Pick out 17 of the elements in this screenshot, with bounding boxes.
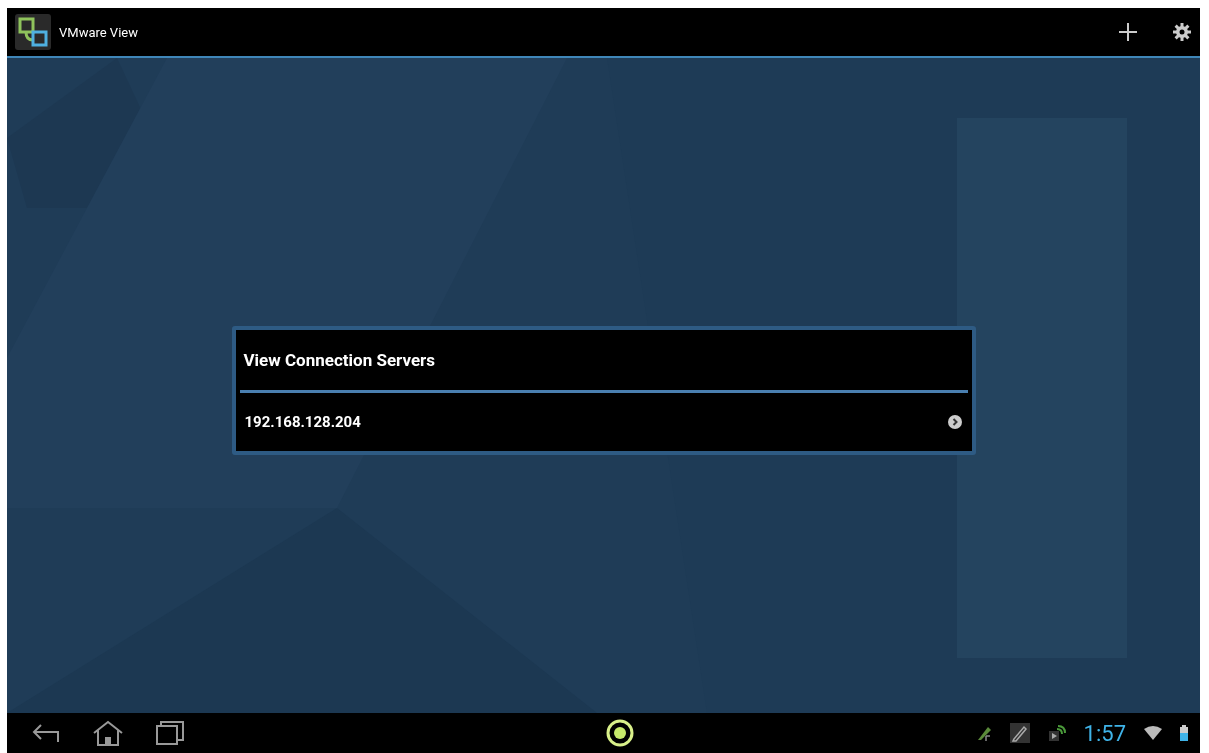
battery-icon bbox=[1180, 725, 1188, 741]
app-title: VMware View bbox=[59, 24, 139, 40]
wifi-icon bbox=[1144, 726, 1162, 740]
back-icon[interactable] bbox=[31, 722, 61, 744]
add-icon[interactable] bbox=[1118, 22, 1138, 42]
media-icon[interactable] bbox=[1047, 724, 1066, 742]
chevron-icon bbox=[947, 415, 962, 429]
clock: 1:57 bbox=[1083, 720, 1126, 746]
dialog-title: View Connection Servers bbox=[242, 349, 437, 372]
notification-icon[interactable] bbox=[975, 724, 992, 742]
home-icon[interactable] bbox=[91, 720, 125, 746]
settings-icon[interactable] bbox=[1172, 22, 1192, 42]
app-logo-icon bbox=[15, 14, 51, 50]
server-list-item[interactable]: 192.168.128.204 bbox=[235, 393, 972, 451]
pencil-icon[interactable] bbox=[1009, 723, 1030, 743]
target-icon[interactable] bbox=[606, 719, 634, 747]
recent-apps-icon[interactable] bbox=[155, 720, 185, 746]
